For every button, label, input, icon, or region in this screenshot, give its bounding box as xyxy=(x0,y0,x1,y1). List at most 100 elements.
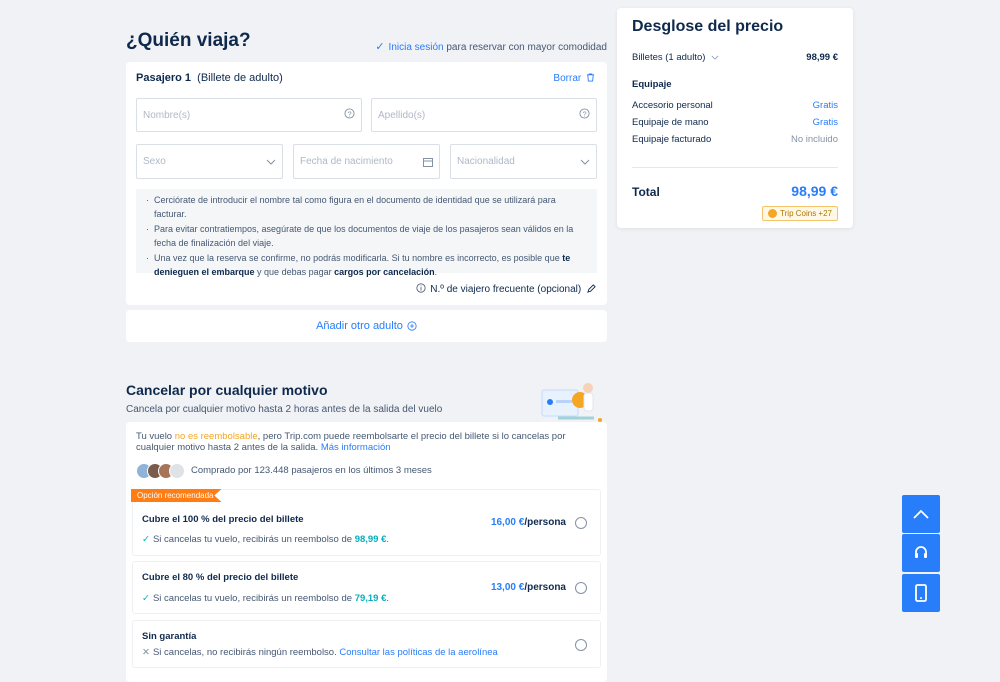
passenger-label: Pasajero 1 xyxy=(136,72,192,84)
last-name-placeholder: Apellido(s) xyxy=(378,109,426,121)
sex-select[interactable]: Sexo xyxy=(136,144,283,179)
login-hint: ✓ Inicia sesión para reservar con mayor c… xyxy=(375,40,607,53)
note-item: Una vez que la reserva se confirme, no p… xyxy=(146,251,587,279)
option-desc: ✕ Si cancelas, no recibirás ningún reembo… xyxy=(142,647,498,658)
price-breakdown-card: Desglose del precio Billetes (1 adulto) … xyxy=(617,8,853,228)
option-radio[interactable] xyxy=(575,517,587,529)
check-icon: ✓ xyxy=(142,534,150,545)
baggage-label: Accesorio personal xyxy=(632,100,713,111)
login-suffix: para reservar con mayor comodidad xyxy=(446,42,607,53)
price-unit: /persona xyxy=(524,582,566,593)
baggage-heading: Equipaje xyxy=(632,79,838,90)
baggage-label: Equipaje de mano xyxy=(632,117,709,128)
price-breakdown-title: Desglose del precio xyxy=(632,18,784,35)
baggage-value: Gratis xyxy=(812,117,838,128)
more-info-link[interactable]: Más información xyxy=(321,442,391,453)
passenger-heading: Pasajero 1 (Billete de adulto) xyxy=(136,72,283,84)
option-desc-text: Si cancelas tu vuelo, recibirás un reemb… xyxy=(152,593,353,604)
birthdate-placeholder: Fecha de nacimiento xyxy=(300,156,393,167)
trip-coins-label: Trip Coins +27 xyxy=(780,209,832,218)
sex-placeholder: Sexo xyxy=(143,156,166,167)
note-item: Cerciórate de introducir el nombre tal c… xyxy=(146,193,587,221)
baggage-label: Equipaje facturado xyxy=(632,134,712,145)
trash-icon xyxy=(586,73,595,82)
option-title: Sin garantía xyxy=(142,631,197,642)
option-title: Cubre el 80 % del precio del billete xyxy=(142,572,299,583)
trip-coins-badge: Trip Coins +27 xyxy=(762,206,838,221)
total-label: Total xyxy=(632,185,660,199)
login-link[interactable]: Inicia sesión xyxy=(389,42,444,53)
cancel-section-title: Cancelar por cualquier motivo xyxy=(126,382,328,398)
page-title: ¿Quién viaja? xyxy=(126,30,251,51)
option-desc: ✓ Si cancelas tu vuelo, recibirás un reem… xyxy=(142,534,390,545)
phone-icon xyxy=(915,584,927,602)
add-adult-button[interactable]: Añadir otro adulto xyxy=(126,310,607,342)
frequent-flyer-toggle[interactable]: N.º de viajero frecuente (opcional) xyxy=(416,283,596,295)
edit-icon xyxy=(587,284,596,293)
help-icon[interactable]: ? xyxy=(579,108,590,122)
baggage-heading-text: Equipaje xyxy=(632,79,672,90)
svg-text:?: ? xyxy=(347,109,351,118)
baggage-row: Equipaje de mano Gratis xyxy=(632,117,838,128)
cancel-option-none[interactable]: Sin garantía ✕ Si cancelas, no recibirás … xyxy=(132,620,601,668)
refund-amount: 79,19 € xyxy=(354,593,387,604)
option-price: 16,00 €/persona xyxy=(491,517,566,528)
non-refundable-label: no es reembolsable xyxy=(174,431,258,442)
option-desc-text: Si cancelas, no recibirás ningún reembol… xyxy=(152,647,337,658)
recommended-badge: Opción recomendada xyxy=(131,489,222,502)
scroll-top-button[interactable] xyxy=(902,495,940,533)
price-value: 13,00 € xyxy=(490,582,525,593)
cancel-section-subtitle: Cancela por cualquier motivo hasta 2 hor… xyxy=(126,404,443,415)
tickets-label: Billetes (1 adulto) xyxy=(632,52,719,63)
passenger-type: (Billete de adulto) xyxy=(197,72,283,84)
baggage-row: Accesorio personal Gratis xyxy=(632,100,838,111)
last-name-field[interactable]: Apellido(s) ? xyxy=(371,98,597,132)
buyer-avatars xyxy=(136,463,185,479)
avatar xyxy=(169,463,185,479)
divider xyxy=(632,167,838,168)
total-value: 98,99 € xyxy=(791,183,838,199)
add-adult-label: Añadir otro adulto xyxy=(316,320,403,332)
option-price: 13,00 €/persona xyxy=(491,582,566,593)
tickets-label-text: Billetes (1 adulto) xyxy=(632,52,706,63)
note-text: Una vez que la reserva se confirme, no p… xyxy=(154,253,560,263)
first-name-placeholder: Nombre(s) xyxy=(143,109,191,121)
nationality-select[interactable]: Nacionalidad xyxy=(450,144,597,179)
baggage-value: No incluido xyxy=(791,134,838,145)
help-icon[interactable]: ? xyxy=(344,108,355,122)
refund-amount: 98,99 € xyxy=(354,534,387,545)
cancel-option-80[interactable]: Cubre el 80 % del precio del billete ✓ Si… xyxy=(132,561,601,614)
option-desc: ✓ Si cancelas tu vuelo, recibirás un reem… xyxy=(142,593,390,604)
option-radio[interactable] xyxy=(575,582,587,594)
baggage-row: Equipaje facturado No incluido xyxy=(632,134,838,145)
price-value: 16,00 € xyxy=(490,517,525,528)
chevron-down-icon xyxy=(711,55,719,60)
option-desc-text: Si cancelas tu vuelo, recibirás un reemb… xyxy=(152,534,353,545)
svg-text:?: ? xyxy=(582,109,586,118)
delete-button[interactable]: Borrar xyxy=(553,73,595,84)
birthdate-field[interactable]: Fecha de nacimiento xyxy=(293,144,440,179)
cancel-description: Tu vuelo no es reembolsable, pero Trip.c… xyxy=(136,431,601,453)
app-download-button[interactable] xyxy=(902,574,940,612)
tickets-row[interactable]: Billetes (1 adulto) 98,99 € xyxy=(632,52,838,63)
cancel-text: Tu vuelo xyxy=(136,431,173,442)
info-icon xyxy=(416,283,426,293)
purchase-count: Comprado por 123.448 pasajeros en los úl… xyxy=(191,465,432,476)
note-bold: cargos por cancelación xyxy=(334,267,435,277)
passenger-notes: Cerciórate de introducir el nombre tal c… xyxy=(136,189,597,277)
option-radio[interactable] xyxy=(575,639,587,651)
support-button[interactable] xyxy=(902,534,940,572)
coin-icon xyxy=(768,209,778,218)
price-unit: /persona xyxy=(524,517,566,528)
airline-policy-link[interactable]: Consultar las políticas de la aerolínea xyxy=(339,647,497,658)
check-icon: ✓ xyxy=(142,593,150,604)
passenger-card: Pasajero 1 (Billete de adulto) Borrar No… xyxy=(126,62,607,305)
tickets-value: 98,99 € xyxy=(806,52,838,63)
chevron-up-icon xyxy=(913,509,929,519)
first-name-field[interactable]: Nombre(s) ? xyxy=(136,98,362,132)
note-item: Para evitar contratiempos, asegúrate de … xyxy=(146,222,587,250)
nationality-placeholder: Nacionalidad xyxy=(457,156,515,167)
baggage-value: Gratis xyxy=(812,100,838,111)
chevron-down-icon xyxy=(266,159,276,165)
close-icon: ✕ xyxy=(142,647,150,658)
